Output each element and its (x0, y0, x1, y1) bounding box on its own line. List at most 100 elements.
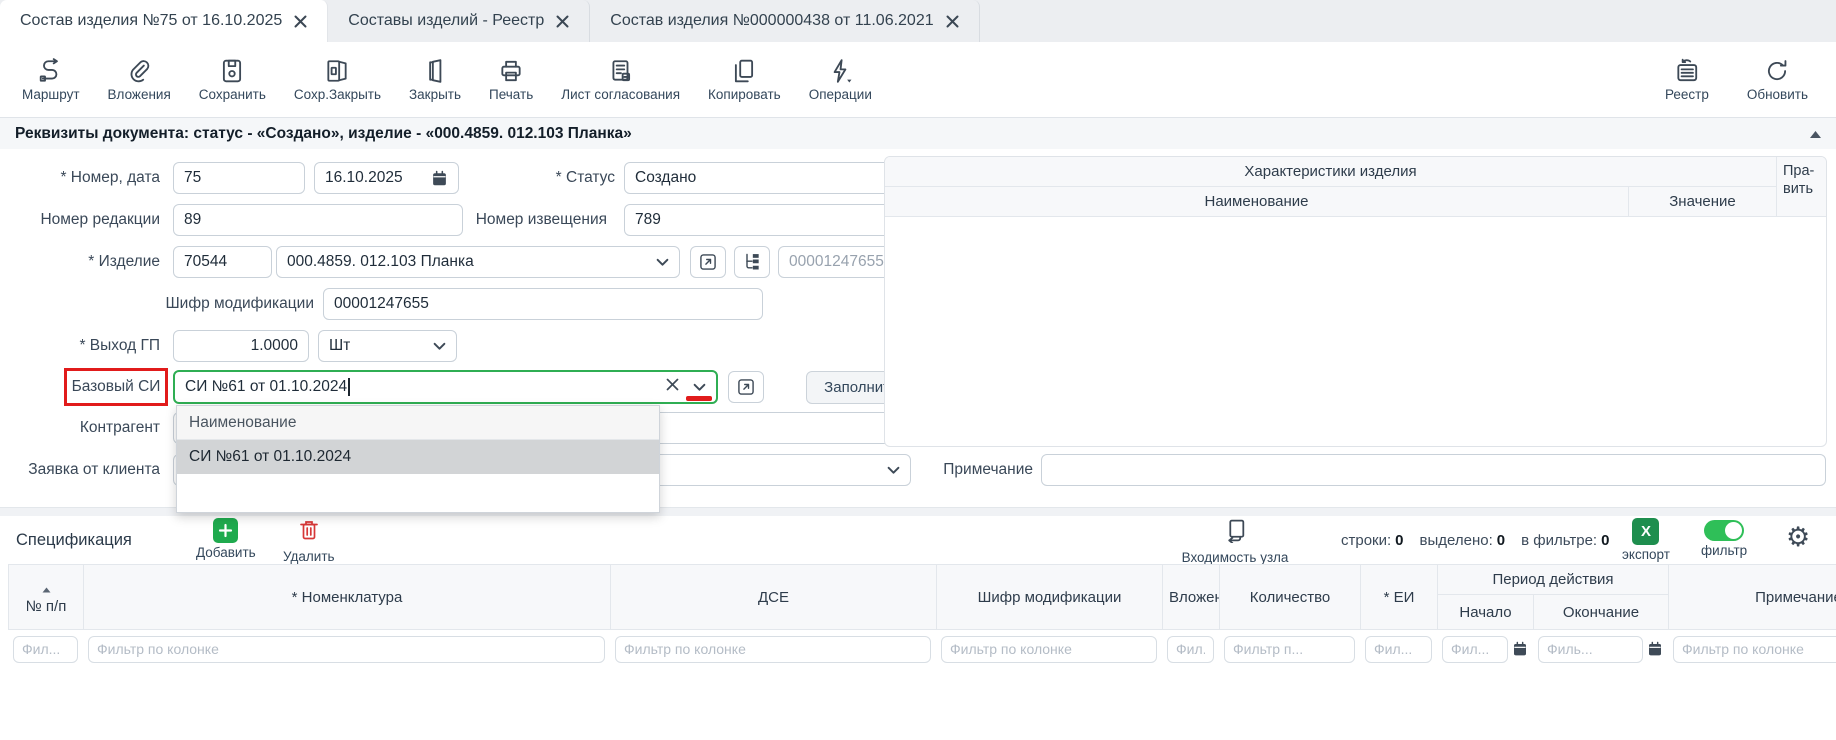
close-icon[interactable] (294, 15, 307, 28)
copy-button[interactable]: Копировать (700, 53, 789, 106)
open-product-card-button[interactable] (690, 246, 726, 278)
base-si-value: СИ №61 от 01.10.2024 (185, 378, 347, 395)
text-cursor (348, 378, 350, 396)
mod-code-input[interactable] (323, 288, 763, 320)
filter-npp-input[interactable] (13, 636, 78, 663)
refresh-icon (1764, 57, 1790, 84)
requisites-header-bar: Реквизиты документа: статус - «Создано»,… (0, 117, 1836, 151)
tab-sostav-75[interactable]: Состав изделия №75 от 16.10.2025 (0, 0, 328, 42)
door-icon (422, 57, 448, 84)
filter-dse-input[interactable] (615, 636, 931, 663)
toolbar-right-group: Реестр Обновить (1643, 53, 1836, 106)
dropdown-empty-area (177, 474, 659, 512)
save-close-button[interactable]: Сохр.Закрыть (286, 53, 389, 106)
route-button[interactable]: Маршрут (14, 53, 88, 106)
filter-end-date-input[interactable] (1538, 636, 1643, 663)
save-icon (219, 57, 245, 84)
column-group-validity-period: Период действия Начало Окончание (1438, 565, 1669, 629)
collapse-panel-button[interactable] (1809, 130, 1836, 139)
doc-number-input[interactable] (173, 162, 305, 194)
filter-unit-input[interactable] (1365, 636, 1432, 663)
characteristics-col-value: Значение (1629, 187, 1777, 217)
calendar-icon[interactable] (431, 170, 448, 187)
product-code-input[interactable] (173, 246, 272, 278)
filter-attachments-input[interactable] (1167, 636, 1214, 663)
column-header-unit[interactable]: * ЕИ (1361, 565, 1438, 629)
open-base-si-button[interactable] (728, 371, 764, 403)
note-input[interactable] (1041, 454, 1826, 486)
dropdown-option-selected[interactable]: СИ №61 от 01.10.2024 (177, 440, 659, 474)
calendar-icon[interactable] (1512, 641, 1528, 657)
base-si-dropdown: Наименование СИ №61 от 01.10.2024 (176, 405, 660, 513)
tab-sostav-438[interactable]: Состав изделия №000000438 от 11.06.2021 (590, 0, 979, 42)
column-header-attachments[interactable]: Вложения (1163, 565, 1220, 629)
output-unit-combobox[interactable]: Шт (318, 330, 457, 362)
copy-icon (731, 57, 757, 84)
notice-input[interactable] (624, 204, 911, 236)
filter-mod-code-input[interactable] (941, 636, 1157, 663)
selected-stat: выделено:0 (1420, 532, 1506, 549)
column-header-end[interactable]: Окончание (1534, 595, 1669, 629)
characteristics-col-edit: Пра-вить (1777, 157, 1826, 217)
client-request-label: Заявка от клиента (0, 454, 160, 486)
contractor-label: Контрагент (0, 412, 160, 444)
base-si-combobox[interactable]: СИ №61 от 01.10.2024 (173, 370, 718, 404)
close-icon[interactable] (946, 15, 959, 28)
base-si-label: Базовый СИ (72, 378, 161, 396)
column-header-dse[interactable]: ДСЕ (611, 565, 937, 629)
node-usage-button[interactable]: Входимость узла (1165, 518, 1305, 565)
filter-nomenclature-input[interactable] (88, 636, 605, 663)
chevron-down-icon (656, 258, 669, 267)
requisites-form: * Номер, дата 16.10.2025 * Статус Создан… (0, 149, 1836, 507)
calendar-icon[interactable] (1647, 641, 1663, 657)
column-header-mod-code[interactable]: Шифр модификации (937, 565, 1163, 629)
delete-row-button[interactable]: Удалить (283, 518, 335, 564)
product-combobox[interactable]: 000.4859. 012.103 Планка (276, 246, 680, 278)
toolbar-left-group: Маршрут Вложения Сохранить Сохр.Закрыть … (0, 53, 880, 106)
doc-date-input[interactable]: 16.10.2025 (314, 162, 459, 194)
status-label: * Статус (455, 162, 615, 194)
base-si-label-highlight: Базовый СИ (64, 368, 168, 406)
chevron-down-icon (693, 383, 706, 392)
product-tree-button[interactable] (734, 246, 770, 278)
revision-input[interactable] (173, 204, 463, 236)
print-button[interactable]: Печать (481, 53, 541, 106)
filter-toggle[interactable]: фильтр (1701, 520, 1747, 558)
output-qty-input[interactable] (173, 330, 309, 362)
status-combobox[interactable]: Создано (624, 162, 911, 194)
column-header-nomenclature[interactable]: * Номенклатура (84, 565, 611, 629)
save-button[interactable]: Сохранить (191, 53, 274, 106)
tab-label: Составы изделий - Реестр (348, 12, 544, 30)
tab-bar: Состав изделия №75 от 16.10.2025 Составы… (0, 0, 1836, 42)
plus-icon (213, 518, 238, 543)
sort-asc-icon[interactable] (42, 580, 51, 597)
specification-toolbar: Спецификация Добавить Удалить Входимость… (0, 516, 1836, 564)
column-header-npp[interactable]: № п/п (9, 565, 84, 629)
registry-button[interactable]: Реестр (1657, 53, 1717, 106)
save-close-icon (324, 57, 350, 84)
excel-export-button[interactable]: X экспорт (1622, 518, 1670, 562)
approval-sheet-button[interactable]: Лист согласования (553, 53, 688, 106)
filter-start-date-input[interactable] (1442, 636, 1508, 663)
characteristics-col-name: Наименование (885, 187, 1629, 217)
dropdown-column-header: Наименование (177, 406, 659, 440)
operations-button[interactable]: Операции (801, 53, 880, 106)
filter-quantity-input[interactable] (1224, 636, 1355, 663)
column-header-start[interactable]: Начало (1438, 595, 1534, 629)
attachments-button[interactable]: Вложения (100, 53, 179, 106)
close-button[interactable]: Закрыть (401, 53, 469, 106)
refresh-button[interactable]: Обновить (1739, 53, 1816, 106)
add-row-button[interactable]: Добавить (196, 518, 256, 560)
close-icon[interactable] (556, 15, 569, 28)
clear-icon[interactable] (666, 378, 679, 396)
tab-reestr[interactable]: Составы изделий - Реестр (328, 0, 590, 42)
characteristics-panel: Характеристики изделия Наименование Знач… (884, 156, 1827, 447)
column-header-note[interactable]: Примечание (1669, 565, 1836, 629)
filter-note-input[interactable] (1673, 636, 1836, 663)
toggle-on-icon[interactable] (1704, 520, 1744, 541)
notice-label: Номер извещения (447, 204, 607, 236)
column-header-quantity[interactable]: Количество (1220, 565, 1361, 629)
tab-label: Состав изделия №75 от 16.10.2025 (20, 12, 282, 30)
spec-table-body (0, 668, 1836, 740)
table-settings-button[interactable]: ⚙ (1786, 524, 1810, 551)
